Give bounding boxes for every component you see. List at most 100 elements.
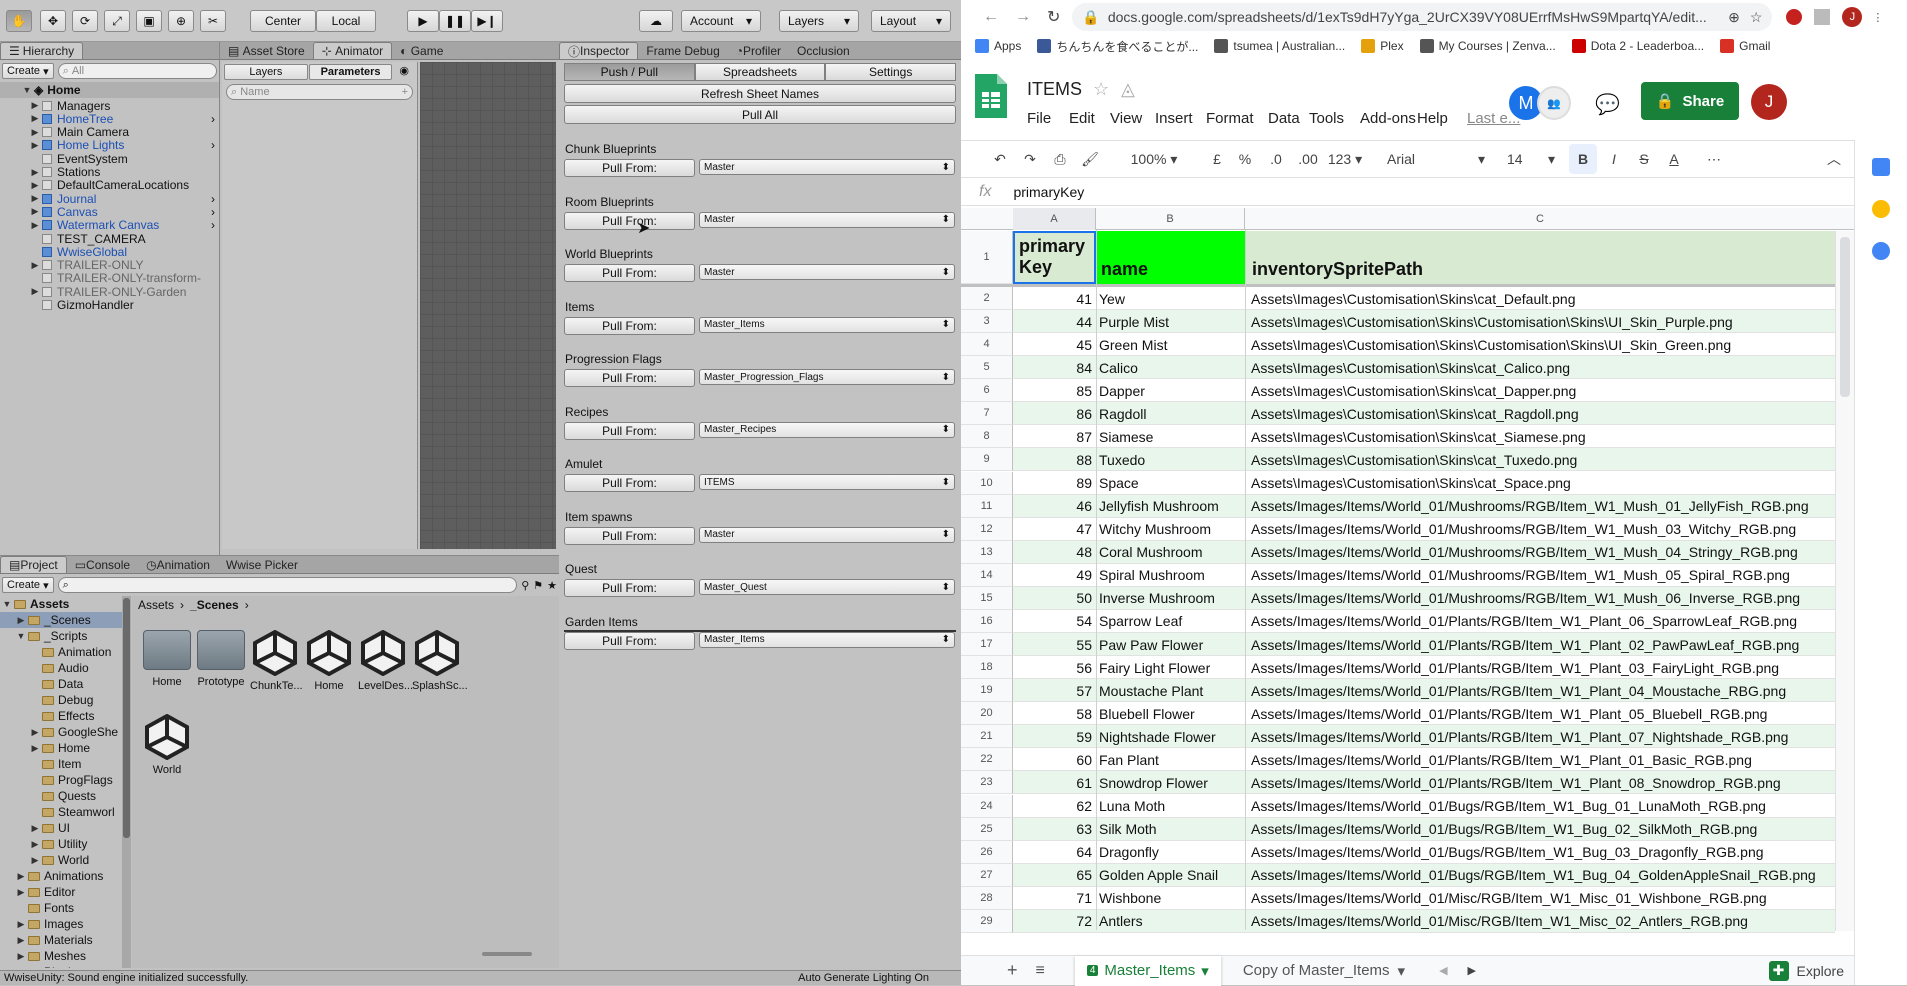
cell-primary-key[interactable]: 47 — [1013, 518, 1092, 541]
bookmark-item[interactable]: ちんちんを食べることが... — [1037, 38, 1198, 55]
project-tree-item[interactable]: ▶ Images — [0, 916, 122, 932]
subtab-0[interactable]: Push / Pull — [564, 63, 695, 81]
increase-decimal-button[interactable]: .00 — [1293, 144, 1323, 174]
cell-primary-key[interactable]: 56 — [1013, 656, 1092, 679]
font-size-dropdown[interactable]: 14 ▾ — [1501, 144, 1561, 174]
url-bar[interactable]: 🔒 docs.google.com/spreadsheets/d/1exTs9d… — [1072, 3, 1773, 31]
tab-game[interactable]: ◐ Game — [392, 42, 451, 59]
project-tree-item[interactable]: Steamworl — [0, 804, 122, 820]
cloud-button[interactable]: ☁ — [639, 10, 673, 32]
cell-primary-key[interactable]: 62 — [1013, 795, 1092, 818]
pull-from-button[interactable]: Pull From: — [564, 631, 695, 650]
hierarchy-item[interactable]: ▶ Stations — [0, 165, 219, 179]
cell-primary-key[interactable]: 41 — [1013, 287, 1092, 310]
hierarchy-item[interactable]: EventSystem — [0, 152, 219, 166]
project-tree-item[interactable]: ▶ UI — [0, 820, 122, 836]
layout-dropdown[interactable]: Layout ▾ — [871, 10, 951, 32]
chevron-right-icon[interactable]: › — [211, 192, 215, 206]
expand-arrow-icon[interactable]: ▶ — [14, 615, 28, 626]
cell-name[interactable]: Antlers — [1099, 910, 1243, 933]
cell-primary-key[interactable]: 49 — [1013, 564, 1092, 587]
paint-format-icon[interactable]: 🖌 — [1077, 144, 1103, 174]
cell-sprite-path[interactable]: Assets/Images/Items/World_01/Plants/RGB/… — [1251, 725, 1833, 748]
cell-sprite-path[interactable]: Assets/Images/Items/World_01/Mushrooms/R… — [1251, 541, 1833, 564]
more-formats-dropdown[interactable]: 123 ▾ — [1325, 144, 1365, 174]
custom-tool-icon[interactable]: ✂ — [200, 10, 226, 32]
project-tree-item[interactable]: ▶ GoogleShe — [0, 724, 122, 740]
cell-name[interactable]: Calico — [1099, 356, 1243, 379]
tab-inspector[interactable]: ⓘ Inspector — [559, 42, 639, 59]
row-header[interactable]: 26 — [961, 840, 1013, 864]
bookmark-item[interactable]: Apps — [975, 39, 1021, 53]
expand-arrow-icon[interactable]: ▶ — [28, 286, 42, 297]
expand-arrow-icon[interactable]: ▶ — [28, 727, 42, 738]
menu-tools[interactable]: Tools — [1309, 110, 1344, 127]
undo-icon[interactable]: ↶ — [987, 144, 1013, 174]
cell-name[interactable]: Nightshade Flower — [1099, 725, 1243, 748]
play-button[interactable]: ▶ — [407, 10, 439, 32]
menu-data[interactable]: Data — [1268, 110, 1300, 127]
row-header[interactable]: 4 — [961, 333, 1013, 357]
cell-primary-key[interactable]: 84 — [1013, 356, 1092, 379]
expand-arrow-icon[interactable]: ▶ — [28, 206, 42, 217]
hierarchy-item[interactable]: ▶ Watermark Canvas › — [0, 218, 219, 232]
add-sheet-icon[interactable]: + — [1007, 960, 1018, 981]
cell-name[interactable]: Sparrow Leaf — [1099, 610, 1243, 633]
row-header[interactable]: 23 — [961, 771, 1013, 795]
hierarchy-item[interactable]: ▶ Canvas › — [0, 205, 219, 219]
share-button[interactable]: 🔒 Share — [1641, 82, 1739, 120]
expand-arrow-icon[interactable]: ▶ — [28, 180, 42, 191]
account-dropdown[interactable]: Account ▾ — [681, 10, 761, 32]
cell-sprite-path[interactable]: Assets\Images\Customisation\Skins\cat_Si… — [1251, 425, 1833, 448]
hierarchy-search-input[interactable]: ⌕ All — [57, 63, 217, 79]
expand-arrow-icon[interactable]: ▶ — [28, 167, 42, 178]
expand-arrow-icon[interactable]: ▶ — [14, 919, 28, 930]
cell-primary-key[interactable]: 50 — [1013, 587, 1092, 610]
row-header[interactable]: 28 — [961, 886, 1013, 910]
bookmark-star-icon[interactable]: ☆ — [1750, 9, 1763, 26]
cell-sprite-path[interactable]: Assets\Images\Customisation\Skins\Custom… — [1251, 333, 1833, 356]
tab-console[interactable]: ▭ Console — [67, 556, 138, 573]
header-cell-c[interactable]: inventorySpritePath — [1249, 231, 1829, 284]
console-status-text[interactable]: WwiseUnity: Sound engine initialized suc… — [4, 972, 248, 984]
cell-name[interactable]: Golden Apple Snail — [1099, 864, 1243, 887]
explore-button[interactable]: ✚ Explore — [1768, 960, 1844, 981]
pull-from-button[interactable]: Pull From: — [564, 211, 695, 230]
cell-name[interactable]: Coral Mushroom — [1099, 541, 1243, 564]
cell-sprite-path[interactable]: Assets\Images\Customisation\Skins\cat_De… — [1251, 287, 1833, 310]
tab-animator[interactable]: ⊹ Animator — [312, 42, 393, 59]
add-icon[interactable]: + — [402, 86, 408, 98]
tab-parameters[interactable]: Parameters — [308, 64, 393, 80]
breadcrumb-assets[interactable]: Assets — [138, 598, 174, 612]
hand-tool-icon[interactable]: ✋ — [6, 10, 32, 32]
cell-primary-key[interactable]: 45 — [1013, 333, 1092, 356]
cell-sprite-path[interactable]: Assets/Images/Items/World_01/Bugs/RGB/It… — [1251, 864, 1833, 887]
cell-primary-key[interactable]: 59 — [1013, 725, 1092, 748]
cell-primary-key[interactable]: 86 — [1013, 402, 1092, 425]
expand-arrow-icon[interactable]: ▶ — [28, 743, 42, 754]
tab-hierarchy[interactable]: ☰ Hierarchy — [0, 42, 84, 59]
expand-arrow-icon[interactable]: ▶ — [28, 823, 42, 834]
sheet-select[interactable]: Master ⬍ — [699, 526, 955, 543]
refresh-sheet-names-button[interactable]: Refresh Sheet Names — [564, 84, 956, 103]
create-dropdown[interactable]: Create ▾ — [2, 63, 54, 79]
pivot-center-button[interactable]: Center — [250, 10, 316, 32]
hierarchy-item[interactable]: ▶ TRAILER-ONLY-Garden — [0, 285, 219, 299]
chevron-right-icon[interactable]: › — [211, 218, 215, 232]
cell-sprite-path[interactable]: Assets/Images/Items/World_01/Mushrooms/R… — [1251, 587, 1833, 610]
favorite-star-icon[interactable]: ★ — [547, 579, 557, 592]
cell-sprite-path[interactable]: Assets/Images/Items/World_01/Plants/RGB/… — [1251, 679, 1833, 702]
cell-sprite-path[interactable]: Assets/Images/Items/World_01/Mushrooms/R… — [1251, 518, 1833, 541]
row-header-1[interactable]: 1 — [961, 231, 1013, 284]
expand-arrow-icon[interactable]: ▶ — [14, 951, 28, 962]
tab-layers[interactable]: Layers — [224, 64, 308, 80]
zoom-dropdown[interactable]: 100% ▾ — [1121, 144, 1187, 174]
subtab-2[interactable]: Settings — [825, 63, 957, 81]
cell-name[interactable]: Yew — [1099, 287, 1243, 310]
scale-tool-icon[interactable]: ⤢ — [104, 10, 130, 32]
bookmark-item[interactable]: tsumea | Australian... — [1214, 39, 1345, 53]
column-header-c[interactable]: C — [1245, 208, 1835, 230]
cell-sprite-path[interactable]: Assets/Images/Items/World_01/Plants/RGB/… — [1251, 771, 1833, 794]
cell-sprite-path[interactable]: Assets/Images/Items/World_01/Bugs/RGB/It… — [1251, 795, 1833, 818]
asset-scene[interactable]: LevelDes... — [358, 629, 413, 692]
